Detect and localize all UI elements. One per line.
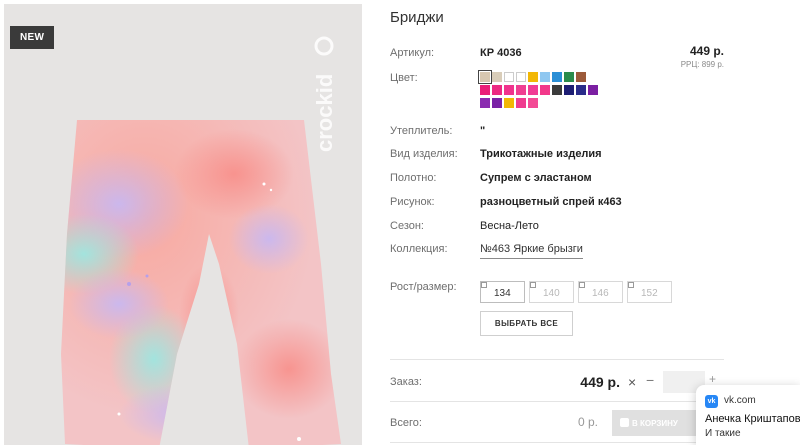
fabric-label: Полотно: [390,172,437,184]
size-option-146[interactable]: 146 [578,281,623,303]
order-label: Заказ: [390,376,422,388]
checkbox-icon[interactable] [579,282,585,288]
insulation-value: " [480,125,486,137]
color-swatch[interactable] [528,98,538,108]
color-swatch[interactable] [552,85,562,95]
size-option-152[interactable]: 152 [627,281,672,303]
divider [390,401,724,402]
insulation-label: Утеплитель: [390,125,453,137]
color-swatch[interactable] [492,72,502,82]
notification-message: И такие [705,428,741,439]
collection-label: Коллекция: [390,243,448,255]
type-label: Вид изделия: [390,148,458,160]
increase-quantity-button[interactable]: + [709,372,716,386]
pattern-value: разноцветный спрей к463 [480,196,622,208]
color-swatch[interactable] [576,72,586,82]
size-option-140[interactable]: 140 [529,281,574,303]
divider [390,359,724,360]
select-all-button[interactable]: ВЫБРАТЬ ВСЕ [480,311,573,336]
color-label: Цвет: [390,72,418,84]
size-option-134[interactable]: 134 [480,281,525,303]
type-value: Трикотажные изделия [480,148,602,160]
divider [390,442,724,443]
color-swatch[interactable] [564,85,574,95]
product-image[interactable]: NEW crockid [4,4,362,445]
add-to-cart-label: В КОРЗИНУ [632,418,678,428]
notification-source: vk.com [724,395,756,406]
color-swatch[interactable] [576,85,586,95]
season-value: Весна-Лето [480,220,539,232]
notification-sender: Анечка Криштапович [705,413,800,425]
decrease-quantity-button[interactable]: − [646,372,654,388]
color-swatch[interactable] [480,98,490,108]
color-swatch[interactable] [516,98,526,108]
color-swatch[interactable] [528,72,538,82]
checkbox-icon[interactable] [628,282,634,288]
color-swatch[interactable] [528,85,538,95]
color-swatch[interactable] [492,98,502,108]
checkbox-icon[interactable] [530,282,536,288]
sku-label: Артикул: [390,47,435,59]
new-badge: NEW [10,26,55,49]
vk-notification[interactable]: vk vk.com Анечка Криштапович И такие [696,385,800,445]
total-label: Всего: [390,417,422,429]
color-swatch[interactable] [540,72,550,82]
multiply-icon: × [628,374,637,390]
product-title: Бриджи [390,9,444,26]
size-label: Рост/размер: [390,281,457,293]
sku-value: КР 4036 [480,47,522,59]
pants-illustration [61,120,341,445]
recommended-price: РРЦ: 899 р. [680,60,724,69]
color-swatch[interactable] [516,85,526,95]
order-price: 449 р. [580,374,620,390]
fabric-value: Супрем с эластаном [480,172,592,184]
collection-link[interactable]: №463 Яркие брызги [480,243,583,259]
color-swatch[interactable] [564,72,574,82]
checkbox-icon[interactable] [481,282,487,288]
color-swatch[interactable] [516,72,526,82]
color-swatch[interactable] [504,85,514,95]
color-swatch[interactable] [504,72,514,82]
color-swatch[interactable] [478,70,492,84]
color-swatch[interactable] [552,72,562,82]
cart-icon [620,418,629,427]
color-swatch[interactable] [480,85,490,95]
color-swatch[interactable] [504,98,514,108]
color-swatch[interactable] [492,85,502,95]
season-label: Сезон: [390,220,424,232]
product-price: 449 р. [689,44,724,58]
pattern-label: Рисунок: [390,196,435,208]
color-swatch[interactable] [588,85,598,95]
vk-icon: vk [705,395,718,408]
color-swatch[interactable] [540,85,550,95]
total-value: 0 р. [577,415,598,429]
